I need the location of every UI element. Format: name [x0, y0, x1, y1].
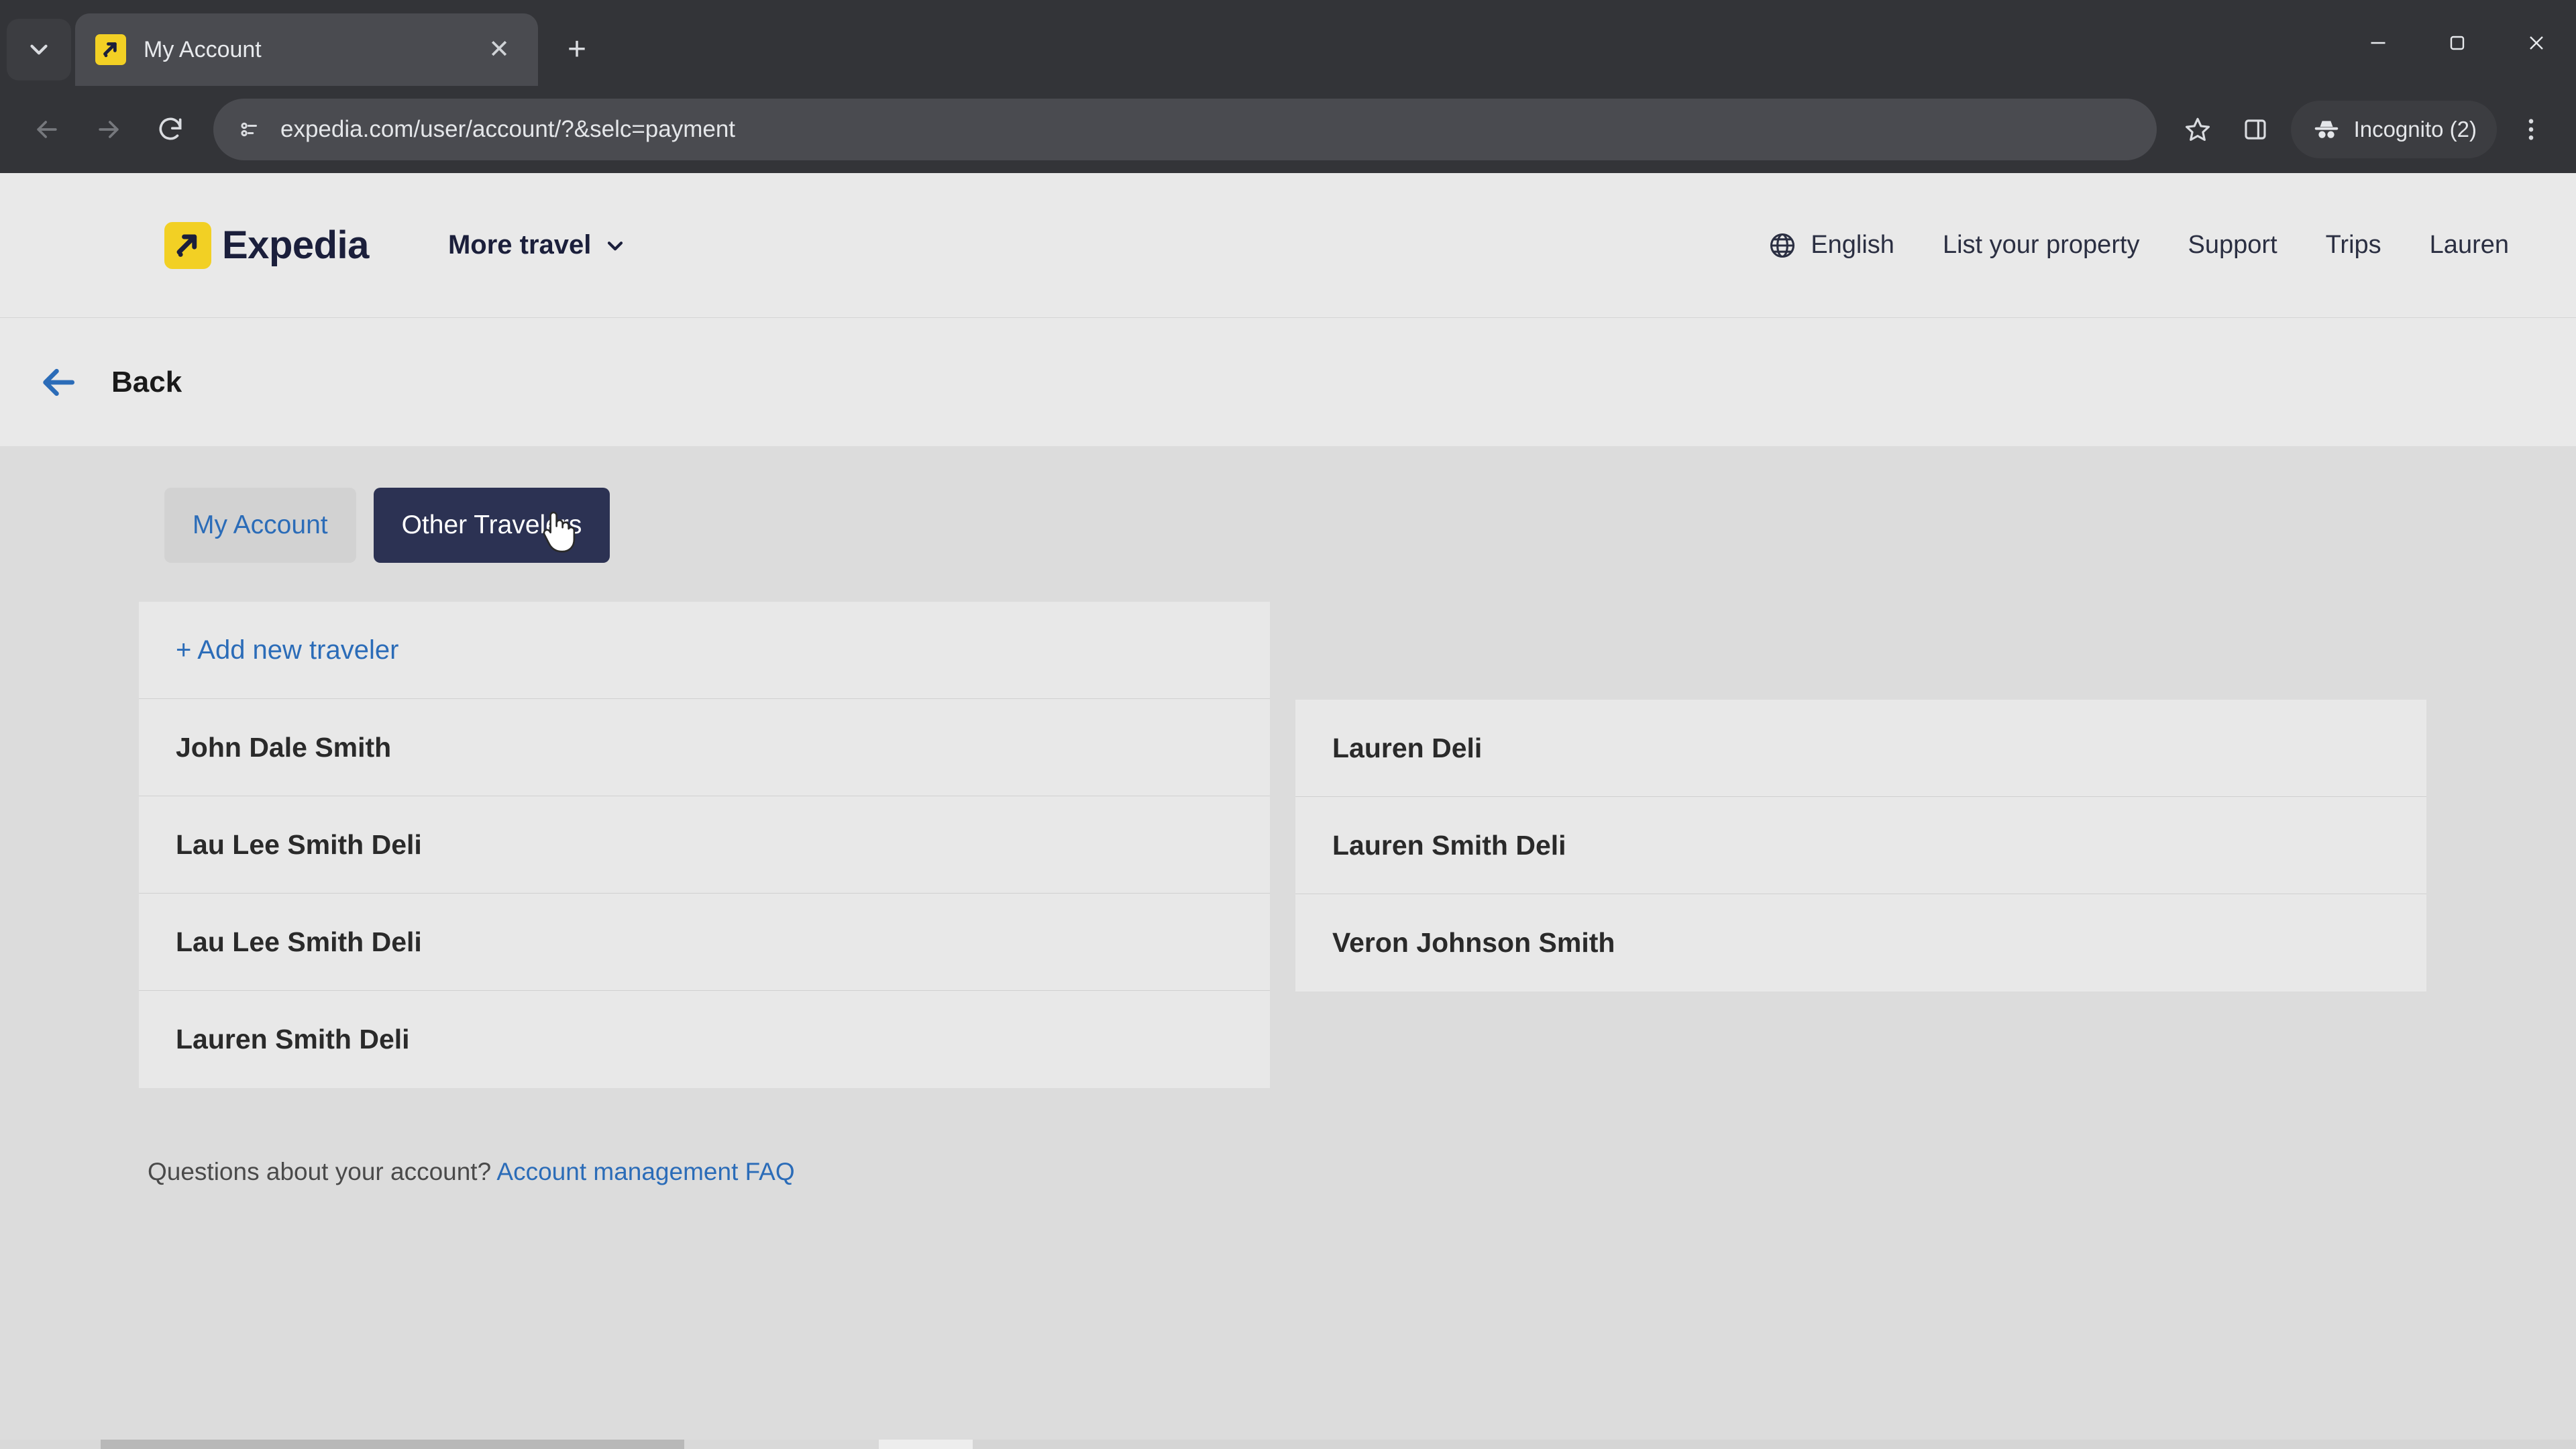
browser-window: My Account ✕ + expedia.com/user/account/… — [0, 0, 2576, 1449]
add-new-traveler-row[interactable]: + Add new traveler — [139, 602, 1270, 699]
page-viewport: Expedia More travel English List your pr… — [0, 173, 2576, 1449]
side-panel-button[interactable] — [2226, 101, 2284, 158]
page-info-icon[interactable] — [228, 108, 271, 151]
table-row[interactable]: Lauren Smith Deli — [1295, 797, 2426, 894]
table-row[interactable]: Veron Johnson Smith — [1295, 894, 2426, 991]
maximize-button[interactable] — [2418, 0, 2497, 86]
faq-line: Questions about your account? Account ma… — [0, 1088, 2576, 1186]
expedia-wordmark: Expedia — [222, 223, 369, 267]
new-tab-button[interactable]: + — [553, 25, 601, 74]
forward-arrow-icon — [99, 121, 119, 138]
traveler-name: Lauren Deli — [1332, 732, 1483, 763]
account-link[interactable]: Lauren — [2430, 231, 2509, 260]
maximize-icon — [2450, 36, 2465, 50]
expedia-logo-icon — [95, 34, 126, 65]
bookmark-button[interactable] — [2169, 101, 2226, 158]
traveler-name: Lauren Smith Deli — [1332, 829, 1566, 861]
page-bottom-strip — [0, 1440, 2576, 1449]
reload-button[interactable] — [140, 99, 201, 160]
bottom-strip-seg — [879, 1440, 973, 1449]
traveler-name: John Dale Smith — [176, 731, 392, 763]
traveler-name: Lau Lee Smith Deli — [176, 828, 422, 860]
table-row[interactable]: Lauren Deli — [1295, 700, 2426, 797]
list-your-property-link[interactable]: List your property — [1943, 231, 2140, 260]
account-content: My Account Other Travelers + Add new tra… — [0, 446, 2576, 1186]
browser-tab[interactable]: My Account ✕ — [75, 13, 538, 86]
incognito-icon — [2314, 121, 2338, 138]
traveler-name: Lauren Smith Deli — [176, 1024, 410, 1055]
forward-button[interactable] — [78, 99, 140, 160]
window-controls — [2339, 0, 2576, 86]
back-button[interactable] — [16, 99, 78, 160]
expedia-logo-icon — [164, 221, 211, 269]
close-icon — [2530, 36, 2543, 50]
star-icon — [2185, 117, 2210, 141]
bottom-strip-seg — [101, 1440, 684, 1449]
minimize-button[interactable] — [2339, 0, 2418, 86]
more-travel-label: More travel — [447, 230, 592, 260]
chevron-down-icon — [608, 241, 623, 250]
account-tab-group: My Account Other Travelers — [0, 446, 2576, 563]
more-travel-menu[interactable]: More travel — [448, 230, 627, 260]
close-tab-icon[interactable]: ✕ — [480, 31, 518, 68]
side-panel-icon — [2244, 119, 2266, 140]
url-text[interactable]: expedia.com/user/account/?&selc=payment — [280, 116, 735, 143]
travelers-panels: + Add new traveler John Dale Smith Lau L… — [0, 563, 2576, 1088]
minimize-icon — [2371, 42, 2385, 44]
language-selector[interactable]: English — [1768, 231, 1894, 260]
bottom-strip-seg — [684, 1440, 879, 1449]
table-row[interactable]: Lauren Smith Deli — [139, 991, 1270, 1088]
tab-title: My Account — [144, 36, 262, 62]
header-nav: English List your property Support Trips… — [1768, 231, 2509, 260]
address-bar[interactable]: expedia.com/user/account/?&selc=payment — [213, 99, 2157, 160]
travelers-list-left: + Add new traveler John Dale Smith Lau L… — [139, 602, 1270, 1088]
tab-other-travelers[interactable]: Other Travelers — [373, 488, 610, 563]
trips-link[interactable]: Trips — [2326, 231, 2381, 260]
arrow-left-icon[interactable] — [35, 359, 82, 406]
add-new-traveler-label: + Add new traveler — [176, 635, 399, 665]
travelers-list-right: Lauren Deli Lauren Smith Deli Veron John… — [1295, 700, 2426, 991]
incognito-indicator[interactable]: Incognito (2) — [2290, 101, 2497, 158]
bottom-strip-seg — [0, 1440, 101, 1449]
faq-prefix: Questions about your account? — [148, 1158, 497, 1185]
reload-icon — [159, 117, 182, 140]
three-dot-menu-icon — [2528, 119, 2534, 140]
account-management-faq-link[interactable]: Account management FAQ — [496, 1158, 794, 1185]
table-row[interactable]: Lau Lee Smith Deli — [139, 894, 1270, 991]
support-link[interactable]: Support — [2188, 231, 2277, 260]
globe-icon — [1770, 233, 1795, 258]
table-row[interactable]: Lau Lee Smith Deli — [139, 796, 1270, 894]
back-label[interactable]: Back — [111, 366, 182, 399]
browser-toolbar: expedia.com/user/account/?&selc=payment … — [0, 86, 2576, 173]
traveler-name: Veron Johnson Smith — [1332, 927, 1615, 958]
bottom-strip-seg — [973, 1440, 2576, 1449]
back-arrow-icon — [37, 121, 57, 138]
traveler-name: Lau Lee Smith Deli — [176, 926, 422, 957]
tab-my-account[interactable]: My Account — [164, 488, 356, 563]
incognito-label: Incognito (2) — [2353, 117, 2477, 142]
table-row[interactable]: John Dale Smith — [139, 699, 1270, 796]
tab-strip: My Account ✕ + — [0, 0, 2576, 86]
site-header: Expedia More travel English List your pr… — [0, 173, 2576, 317]
chevron-down-icon — [30, 44, 48, 55]
tab-search-button[interactable] — [7, 19, 71, 80]
browser-menu-button[interactable] — [2502, 101, 2560, 158]
back-bar: Back — [0, 317, 2576, 446]
close-window-button[interactable] — [2497, 0, 2576, 86]
expedia-logo[interactable]: Expedia — [164, 221, 369, 269]
language-label: English — [1811, 231, 1894, 259]
